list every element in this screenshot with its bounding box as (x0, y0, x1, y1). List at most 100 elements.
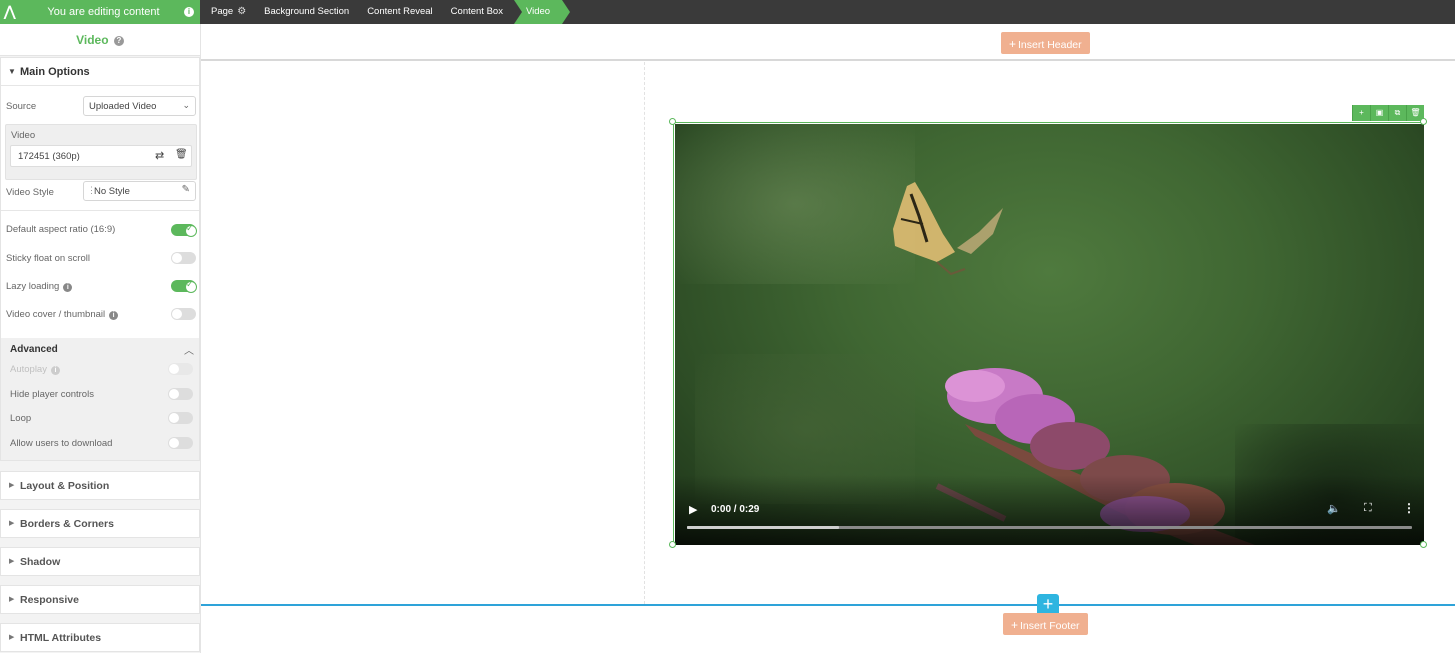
controls-shade (675, 475, 1424, 545)
info-icon[interactable]: i (109, 311, 119, 320)
chevron-up-icon[interactable]: ︿ (184, 342, 194, 357)
video-style-value: No Style (94, 186, 130, 197)
section-label: Responsive (20, 594, 79, 606)
section-label: Main Options (20, 66, 90, 78)
autoplay-toggle (168, 363, 193, 375)
video-file-value: 172451 (360p) (18, 151, 80, 162)
app-logo-icon[interactable]: ⋀ (4, 3, 20, 21)
insert-footer-button[interactable]: + Insert Footer (1003, 613, 1088, 635)
breadcrumb: Page ⚙ Background Section Content Reveal … (202, 0, 571, 24)
caret-right-icon: ▶ (9, 482, 15, 489)
duplicate-icon[interactable]: ⧉ (1388, 105, 1406, 121)
section-layout-position[interactable]: ▶ Layout & Position (0, 471, 200, 500)
insert-header-label: Insert Header (1018, 39, 1082, 51)
editor-canvas: + Insert Header + ▣ ⧉ 🗑 ▶ 0:00 / 0:29 🔈 … (201, 24, 1455, 653)
info-icon: i (50, 366, 60, 375)
drag-dots-icon: ⋮ (87, 185, 96, 195)
footer-divider (201, 604, 1455, 606)
lazy-loading-toggle[interactable]: ✓ (171, 279, 197, 293)
crumb-label: Page (211, 6, 234, 17)
video-label: Video (11, 130, 36, 141)
lazy-loading-label: Lazy loading (6, 281, 60, 292)
add-icon[interactable]: + (1352, 105, 1370, 121)
caret-down-icon: ▼ (8, 67, 16, 76)
allow-download-label: Allow users to download (10, 438, 113, 449)
video-cover-toggle[interactable] (171, 308, 196, 320)
divider (1, 210, 199, 211)
header-divider (201, 59, 1455, 61)
panel-title-text: Video (76, 33, 109, 47)
insert-footer-label: Insert Footer (1020, 620, 1080, 632)
gear-icon[interactable]: ⚙ (237, 0, 246, 24)
resize-handle[interactable] (669, 541, 676, 548)
check-icon: ✓ (186, 223, 194, 233)
aspect-ratio-toggle[interactable]: ✓ (171, 223, 197, 237)
section-label: HTML Attributes (20, 632, 102, 644)
section-borders-corners[interactable]: ▶ Borders & Corners (0, 509, 200, 538)
info-icon[interactable]: i (63, 283, 73, 292)
resize-handle[interactable] (669, 118, 676, 125)
save-icon[interactable]: ▣ (1370, 105, 1388, 121)
allow-download-toggle[interactable] (168, 437, 193, 449)
crumb-page[interactable]: Page ⚙ (202, 0, 255, 24)
swap-icon[interactable]: ⇄ (155, 149, 164, 162)
plus-icon: + (1011, 618, 1019, 632)
sticky-float-toggle[interactable] (171, 252, 196, 264)
advanced-header[interactable]: Advanced (10, 344, 58, 355)
hide-controls-label: Hide player controls (10, 389, 94, 400)
panel-title: Video ? (0, 24, 200, 56)
editing-banner: ⋀ You are editing content i (0, 0, 200, 24)
play-icon[interactable]: ▶ (689, 503, 697, 516)
loop-label: Loop (10, 413, 32, 424)
time-display: 0:00 / 0:29 (711, 504, 760, 515)
toggle-label: Lazy loading i (6, 281, 73, 292)
main-options-header[interactable]: ▼ Main Options (1, 58, 199, 86)
crumb-video[interactable]: Video (513, 0, 571, 24)
check-icon: ✓ (186, 279, 194, 289)
progress-fill (687, 526, 840, 529)
crumb-label: Video (525, 6, 551, 17)
more-options-icon[interactable]: ⋮ (1403, 501, 1415, 515)
section-html-attributes[interactable]: ▶ HTML Attributes (0, 623, 200, 652)
volume-icon[interactable]: 🔈 (1327, 502, 1341, 515)
video-picker: Video 172451 (360p) ⇄ 🗑 (5, 124, 197, 180)
top-bar: ⋀ You are editing content i Page ⚙ Backgr… (0, 0, 1455, 24)
crumb-content-box[interactable]: Content Box (442, 0, 512, 24)
source-label: Source (6, 101, 37, 112)
properties-sidebar: Video ? ▼ Main Options Source Uploaded V… (0, 24, 201, 653)
insert-header-button[interactable]: + Insert Header (1001, 32, 1090, 54)
crumb-background-section[interactable]: Background Section (255, 0, 358, 24)
pencil-icon[interactable]: ✎ (182, 184, 190, 195)
caret-right-icon: ▶ (9, 634, 15, 641)
source-select[interactable]: Uploaded Video ⌄ (83, 96, 196, 116)
chevron-down-icon: ⌄ (182, 100, 190, 110)
video-file-field[interactable]: 172451 (360p) ⇄ 🗑 (10, 145, 192, 167)
hide-controls-toggle[interactable] (168, 388, 193, 400)
fullscreen-icon[interactable]: ⛶ (1364, 502, 1372, 515)
section-label: Layout & Position (20, 480, 110, 492)
video-style-field[interactable]: ⋮ No Style ✎ (83, 181, 196, 201)
info-icon[interactable]: i (184, 7, 194, 17)
help-icon[interactable]: ? (113, 36, 124, 46)
element-toolbar: + ▣ ⧉ 🗑 (1352, 105, 1424, 121)
video-cover-label: Video cover / thumbnail (6, 309, 106, 320)
resize-handle[interactable] (1420, 118, 1427, 125)
butterfly-image (893, 182, 1003, 276)
progress-bar[interactable] (687, 526, 1412, 529)
column-divider (644, 62, 645, 604)
toggle-label: Default aspect ratio (16:9) (6, 224, 116, 235)
section-responsive[interactable]: ▶ Responsive (0, 585, 200, 614)
caret-right-icon: ▶ (9, 558, 15, 565)
crumb-content-reveal[interactable]: Content Reveal (358, 0, 441, 24)
loop-toggle[interactable] (168, 412, 193, 424)
trash-icon[interactable]: 🗑 (175, 149, 188, 160)
toggle-label: Sticky float on scroll (6, 253, 90, 264)
caret-right-icon: ▶ (9, 520, 15, 527)
autoplay-label: Autoplay i (10, 364, 60, 375)
section-label: Borders & Corners (20, 518, 114, 530)
video-player[interactable]: ▶ 0:00 / 0:29 🔈 ⛶ ⋮ (675, 124, 1424, 545)
section-shadow[interactable]: ▶ Shadow (0, 547, 200, 576)
resize-handle[interactable] (1420, 541, 1427, 548)
video-element[interactable]: ▶ 0:00 / 0:29 🔈 ⛶ ⋮ (673, 122, 1424, 545)
plus-icon: + (1009, 37, 1017, 51)
